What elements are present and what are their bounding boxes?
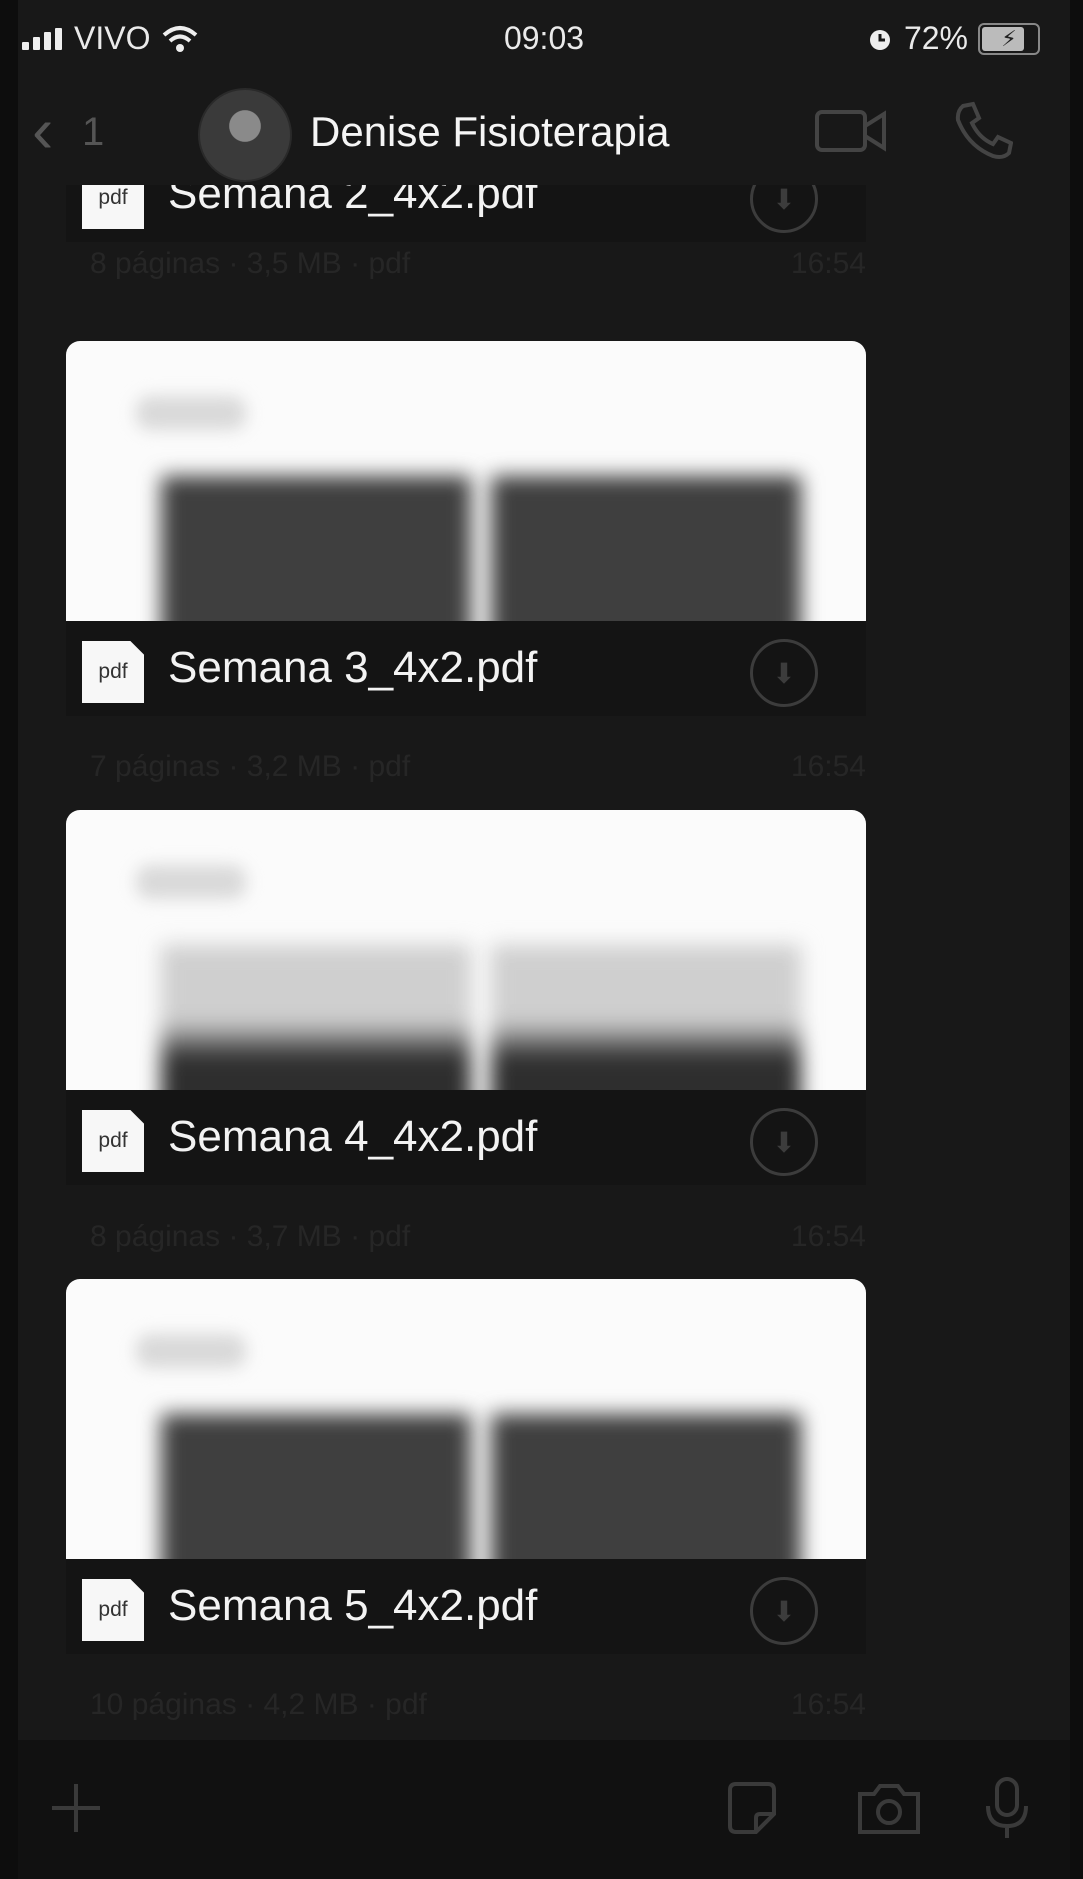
file-info: 7 páginas · 3,2 MB · pdf: [90, 750, 411, 783]
unread-count: 1: [82, 110, 105, 154]
file-name: Semana 4_4x2.pdf: [168, 1112, 538, 1161]
file-info: 8 páginas · 3,5 MB · pdf: [90, 247, 411, 280]
download-button[interactable]: ⬇: [750, 185, 818, 233]
file-message[interactable]: pdf Semana 2_4x2.pdf ⬇: [66, 185, 866, 242]
pdf-preview[interactable]: [66, 1279, 866, 1559]
alarm-icon: [869, 29, 890, 50]
chat-input-bar: [18, 1740, 1070, 1879]
phone-icon[interactable]: [953, 100, 1013, 162]
message-time: 16:54: [790, 750, 866, 783]
pdf-file-icon: pdf: [82, 1110, 144, 1172]
message-time: 16:54: [790, 247, 866, 280]
download-button[interactable]: ⬇: [750, 1108, 818, 1176]
battery-icon: ⚡: [978, 22, 1040, 55]
message-time: 16:54: [790, 1688, 866, 1721]
download-button[interactable]: ⬇: [750, 1577, 818, 1645]
back-button[interactable]: ‹: [32, 98, 53, 162]
file-info: 8 páginas · 3,7 MB · pdf: [90, 1220, 411, 1253]
chat-messages[interactable]: pdf Semana 2_4x2.pdf ⬇ 8 páginas · 3,5 M…: [18, 185, 1070, 1740]
video-camera-icon[interactable]: [814, 106, 888, 156]
battery-percent: 72%: [903, 20, 968, 56]
camera-icon[interactable]: [856, 1780, 922, 1836]
file-message[interactable]: pdf Semana 3_4x2.pdf ⬇: [66, 621, 866, 716]
download-icon: ⬇: [772, 1126, 796, 1158]
download-icon: ⬇: [772, 185, 796, 215]
file-name: Semana 5_4x2.pdf: [168, 1581, 538, 1630]
file-message[interactable]: pdf Semana 5_4x2.pdf ⬇: [66, 1559, 866, 1654]
file-name: Semana 3_4x2.pdf: [168, 643, 538, 692]
pdf-preview[interactable]: [66, 341, 866, 621]
file-message[interactable]: pdf Semana 4_4x2.pdf ⬇: [66, 1090, 866, 1185]
pdf-file-icon: pdf: [82, 185, 144, 229]
download-icon: ⬇: [772, 657, 796, 689]
message-time: 16:54: [790, 1220, 866, 1253]
charging-bolt-icon: ⚡: [1001, 25, 1017, 51]
pdf-file-icon: pdf: [82, 1579, 144, 1641]
download-icon: ⬇: [772, 1595, 796, 1627]
pdf-preview[interactable]: [66, 810, 866, 1090]
avatar[interactable]: [198, 88, 292, 182]
download-button[interactable]: ⬇: [750, 639, 818, 707]
whatsapp-chat-screen: VIVO 09:03 72% ⚡ ‹ 1 Denise Fisioterapia…: [18, 0, 1070, 1879]
pdf-file-icon: pdf: [82, 641, 144, 703]
status-bar: VIVO 09:03 72% ⚡: [18, 0, 1070, 80]
chevron-left-icon: ‹: [32, 94, 54, 166]
chat-header: ‹ 1 Denise Fisioterapia: [18, 80, 1070, 185]
contact-name[interactable]: Denise Fisioterapia: [310, 108, 670, 156]
status-right: 72% ⚡: [866, 20, 1040, 57]
microphone-icon[interactable]: [984, 1776, 1030, 1840]
file-name: Semana 2_4x2.pdf: [168, 185, 538, 218]
plus-icon[interactable]: [48, 1780, 104, 1836]
file-info: 10 páginas · 4,2 MB · pdf: [90, 1688, 427, 1721]
sticker-icon[interactable]: [724, 1780, 780, 1836]
